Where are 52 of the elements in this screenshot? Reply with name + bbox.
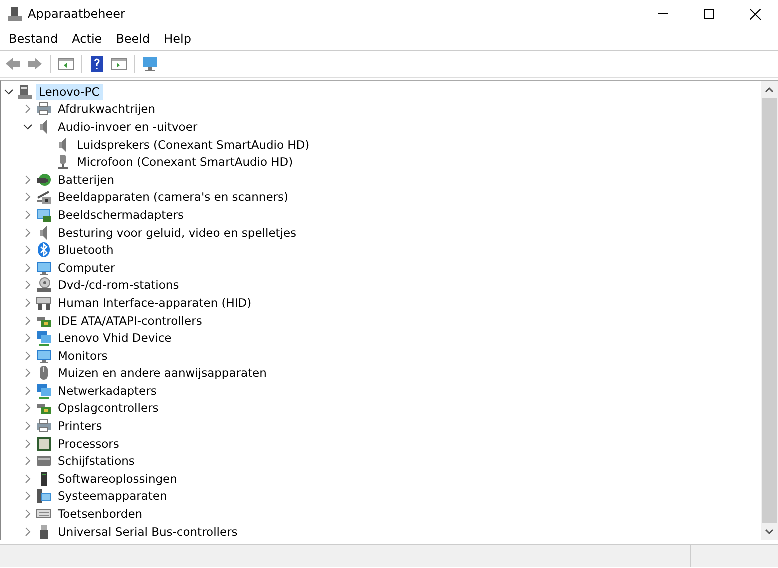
microphone-icon (55, 154, 71, 170)
window-title: Apparaatbeheer (28, 7, 126, 21)
tree-item[interactable]: Besturing voor geluid, video en spelletjes (55, 224, 300, 241)
scroll-up-icon[interactable] (765, 86, 774, 92)
network-icon (36, 382, 52, 399)
battery-icon (36, 172, 52, 188)
tree-item[interactable]: Processors (55, 436, 122, 452)
computer-icon (17, 84, 33, 100)
tree-item[interactable]: Lenovo-PC (36, 84, 103, 100)
scrollbar[interactable] (761, 81, 778, 540)
printer-icon (36, 418, 52, 434)
system-icon (36, 488, 52, 504)
tree-item[interactable]: Softwareoplossingen (55, 470, 180, 487)
disc-drive-icon (36, 277, 52, 294)
tree-item[interactable]: Dvd-/cd-rom-stations (55, 277, 182, 294)
menu-item[interactable]: Beeld (109, 30, 158, 48)
tree-item[interactable]: Lenovo Vhid Device (55, 330, 175, 346)
tree-item[interactable]: Afdrukwachtrijen (55, 101, 159, 118)
tree-item[interactable]: Human Interface-apparaten (HID) (55, 294, 255, 311)
network-icon (36, 330, 52, 346)
tree-item[interactable]: Monitors (55, 348, 111, 364)
tree-item[interactable]: Printers (55, 418, 106, 434)
tree-item[interactable]: Microfoon (Conexant SmartAudio HD) (74, 154, 296, 170)
tree-item[interactable]: Toetsenborden (55, 506, 146, 522)
processor-icon (36, 436, 52, 452)
tree-item[interactable]: Batterijen (55, 172, 118, 188)
maximize-icon[interactable] (704, 9, 714, 19)
scroll-down-icon[interactable] (765, 528, 774, 534)
close-icon[interactable] (750, 8, 760, 20)
printer-icon (36, 101, 52, 118)
display-card-icon (36, 206, 52, 223)
tree-item[interactable]: Luidsprekers (Conexant SmartAudio HD) (74, 136, 313, 153)
tree-item[interactable]: Opslagcontrollers (55, 400, 162, 416)
tree-item[interactable]: Computer (55, 260, 118, 276)
tree-item[interactable]: Beeldschermadapters (55, 206, 187, 223)
camera-icon (36, 189, 52, 206)
tree-item[interactable]: Systeemapparaten (55, 488, 170, 504)
app-icon (8, 7, 22, 21)
tree-item[interactable]: Netwerkadapters (55, 382, 160, 399)
tree-item[interactable]: Muizen en andere aanwijsapparaten (55, 365, 270, 382)
tree-item[interactable]: Audio-invoer en -uitvoer (55, 118, 201, 135)
tree-item[interactable]: Beeldapparaten (camera's en scanners) (55, 189, 292, 206)
bluetooth-icon (36, 242, 52, 258)
menu-item[interactable]: Help (157, 30, 198, 48)
menu-item[interactable]: Actie (65, 30, 110, 48)
menu-item[interactable]: Bestand (2, 30, 66, 48)
monitor-icon (36, 348, 52, 364)
tree-item[interactable]: Schijfstations (55, 453, 138, 470)
tree-item[interactable]: Bluetooth (55, 242, 117, 258)
tree-item[interactable]: Universal Serial Bus-controllers (55, 524, 241, 540)
tree-item[interactable]: IDE ATA/ATAPI-controllers (55, 312, 206, 329)
monitor-icon (36, 260, 52, 276)
